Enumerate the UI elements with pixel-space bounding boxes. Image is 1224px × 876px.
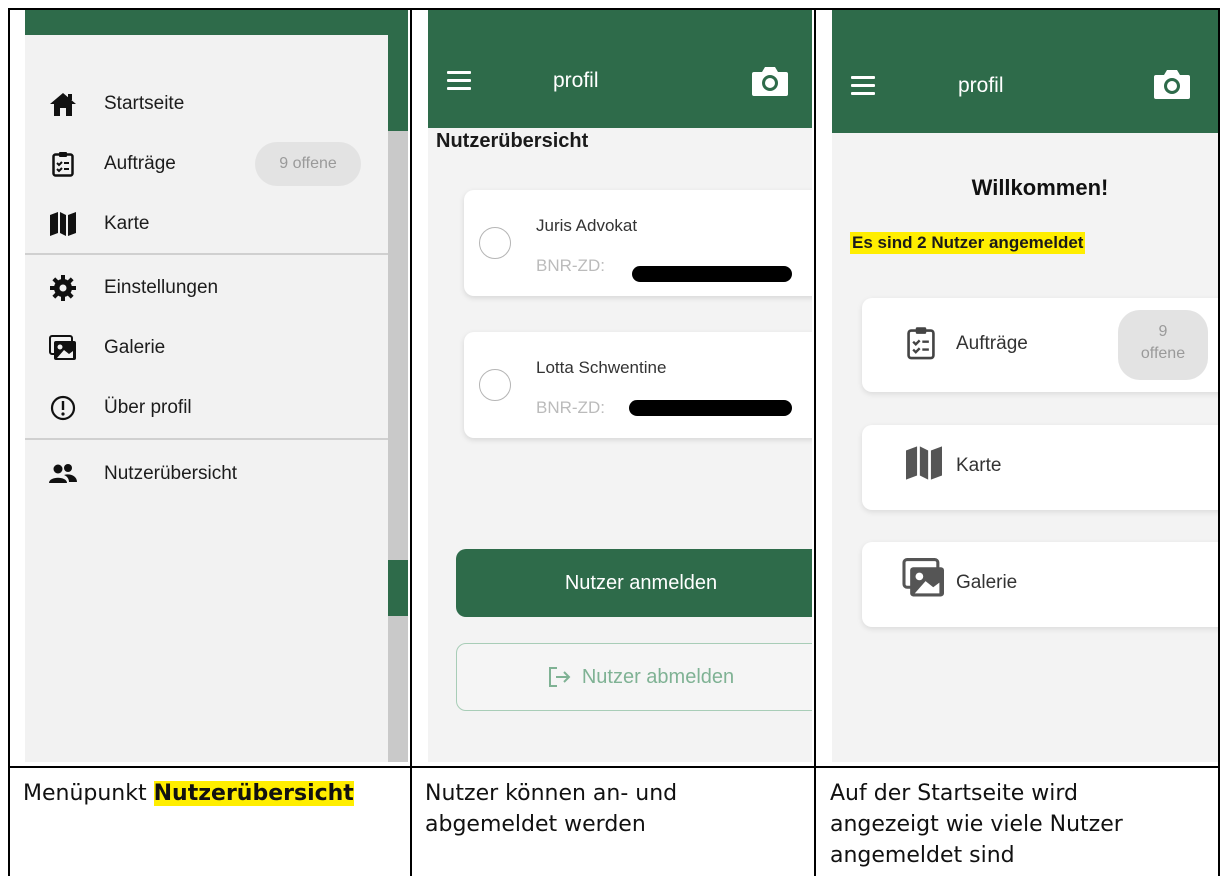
menu-item-label: Aufträge xyxy=(104,153,176,174)
user-bnr-label: BNR-ZD: xyxy=(536,398,605,417)
gallery-icon xyxy=(902,558,944,597)
user-name: Juris Advokat xyxy=(536,216,638,235)
app-title: profil xyxy=(553,69,599,92)
logged-in-users-status: Es sind 2 Nutzer angemeldet xyxy=(850,232,1086,254)
open-orders-text: offene xyxy=(1140,345,1186,362)
caption-col-2: Nutzer können an- und abgemeldet werden xyxy=(425,778,735,840)
user-bnr-label: BNR-ZD: xyxy=(536,256,605,275)
redaction-bar xyxy=(632,266,792,282)
caption-text: Nutzer können an- und abgemeldet werden xyxy=(425,781,678,837)
open-orders-badge: 9 offene xyxy=(255,142,361,186)
menu-item-galerie[interactable]: Galerie xyxy=(25,323,388,373)
app-bar-edge xyxy=(25,10,408,35)
menu-item-startseite[interactable]: Startseite xyxy=(25,79,388,129)
gear-icon xyxy=(48,273,78,303)
clipboard-list-icon xyxy=(48,149,78,179)
menu-item-label: Nutzerübersicht xyxy=(104,463,238,484)
tile-galerie[interactable]: Galerie xyxy=(862,542,1218,627)
caption-highlight: Nutzerübersicht xyxy=(153,781,354,806)
table-row-divider xyxy=(8,766,1220,768)
menu-item-label: Galerie xyxy=(104,337,166,358)
user-select-radio[interactable] xyxy=(479,227,511,259)
login-user-button[interactable]: Nutzer anmelden xyxy=(456,549,812,617)
open-orders-badge: 9 offene xyxy=(1118,310,1208,380)
user-overview-screenshot: profil Nutzerübersicht Juris Advokat BNR… xyxy=(428,10,812,762)
menu-item-einstellungen[interactable]: Einstellungen xyxy=(25,263,388,313)
map-icon xyxy=(48,209,78,239)
home-screenshot: profil Willkommen! Es sind 2 Nutzer ange… xyxy=(832,10,1218,762)
app-bar: profil xyxy=(832,10,1218,133)
gallery-icon xyxy=(48,333,78,363)
table-divider-1 xyxy=(410,8,412,876)
drawer-screenshot: Startseite Aufträge 9 offene Karte Einst… xyxy=(25,10,408,762)
table-border-right xyxy=(1218,8,1220,876)
tile-label: Galerie xyxy=(956,572,1018,593)
tile-karte[interactable]: Karte xyxy=(862,425,1218,510)
menu-item-nutzeruebersicht[interactable]: Nutzerübersicht xyxy=(25,449,388,499)
app-title: profil xyxy=(958,74,1004,97)
caption-text: Menüpunkt xyxy=(23,781,147,806)
camera-icon[interactable] xyxy=(751,65,789,97)
redaction-bar xyxy=(629,400,792,416)
hamburger-menu-icon[interactable] xyxy=(851,76,875,95)
navigation-drawer: Startseite Aufträge 9 offene Karte Einst… xyxy=(25,35,388,762)
menu-divider xyxy=(25,253,388,255)
caption-text: Auf der Startseite wird angezeigt wie vi… xyxy=(830,781,1123,868)
menu-item-ueber-profil[interactable]: Über profil xyxy=(25,383,388,433)
user-card[interactable]: Juris Advokat BNR-ZD: xyxy=(464,190,812,296)
page-title: Nutzerübersicht xyxy=(436,130,589,152)
login-user-button-label: Nutzer anmelden xyxy=(564,571,718,594)
menu-item-label: Karte xyxy=(104,213,150,234)
app-bar: profil xyxy=(428,10,812,128)
menu-item-karte[interactable]: Karte xyxy=(25,199,388,249)
camera-icon[interactable] xyxy=(1153,68,1191,100)
logout-icon xyxy=(548,667,571,687)
tile-label: Aufträge xyxy=(956,333,1028,354)
menu-item-label: Über profil xyxy=(104,397,192,418)
background-button xyxy=(387,560,408,616)
menu-item-label: Einstellungen xyxy=(104,277,219,298)
user-name: Lotta Schwentine xyxy=(536,358,667,377)
menu-item-label: Startseite xyxy=(104,93,185,114)
menu-divider xyxy=(25,438,388,440)
logout-user-button-label: Nutzer abmelden xyxy=(581,665,735,688)
users-icon xyxy=(48,459,78,489)
tile-auftraege[interactable]: Aufträge 9 offene xyxy=(862,298,1218,392)
welcome-heading: Willkommen! xyxy=(971,175,1109,200)
logout-user-button[interactable]: Nutzer abmelden xyxy=(456,643,812,711)
caption-col-1: Menüpunkt Nutzerübersicht xyxy=(23,778,403,809)
info-circle-icon xyxy=(48,393,78,423)
table-divider-2 xyxy=(814,8,816,876)
table-border-left xyxy=(8,8,10,876)
tile-label: Karte xyxy=(956,455,1002,476)
caption-col-3: Auf der Startseite wird angezeigt wie vi… xyxy=(830,778,1180,871)
user-card[interactable]: Lotta Schwentine BNR-ZD: xyxy=(464,332,812,438)
user-select-radio[interactable] xyxy=(479,369,511,401)
hamburger-menu-icon[interactable] xyxy=(447,71,471,90)
map-icon xyxy=(906,446,942,480)
background-content-strip xyxy=(387,35,408,762)
open-orders-count: 9 xyxy=(1158,323,1168,340)
clipboard-list-icon xyxy=(907,327,935,360)
home-icon xyxy=(48,89,78,119)
background-app-bar xyxy=(387,35,408,131)
